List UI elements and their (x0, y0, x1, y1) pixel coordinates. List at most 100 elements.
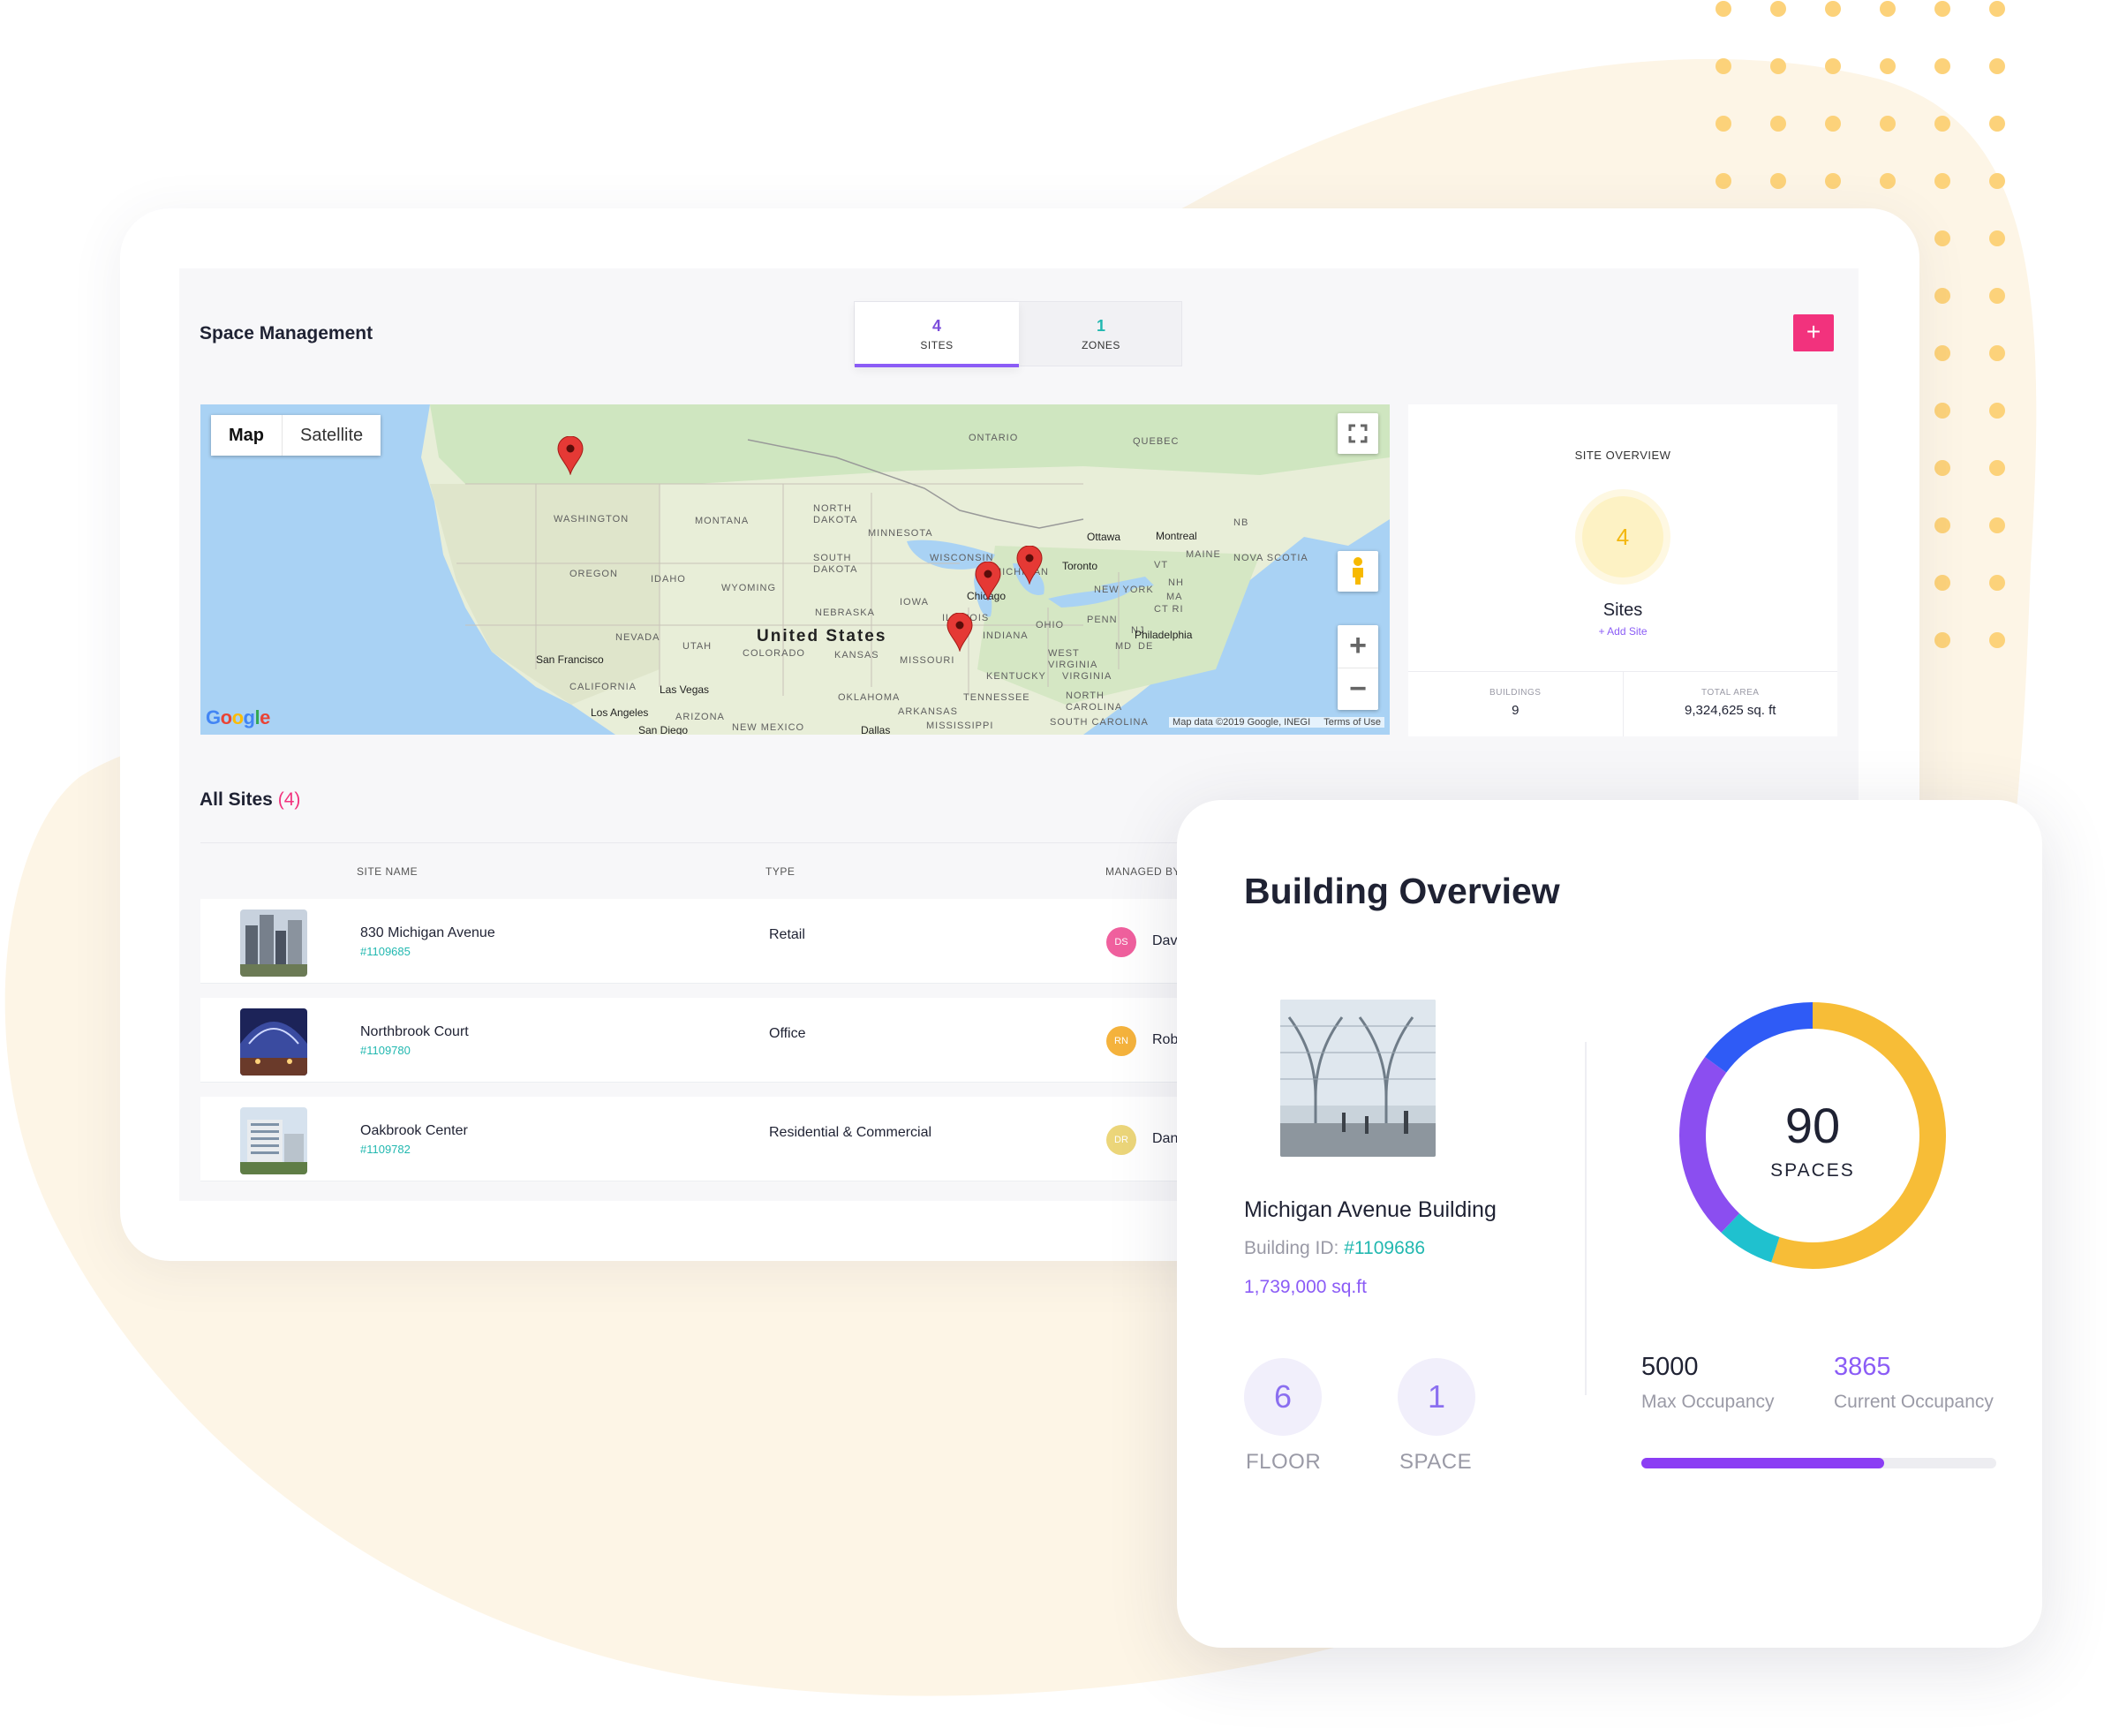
sites-map[interactable]: Map Satellite + − ONTARIO QUEBEC WASHING… (200, 404, 1390, 735)
city-label: Las Vegas (660, 683, 710, 696)
building-overview-title: Building Overview (1244, 871, 1560, 911)
map-marker-icon[interactable] (946, 613, 973, 652)
stat-label: BUILDINGS (1489, 688, 1542, 698)
table-row[interactable]: Northbrook Court #1109780 Office RN Rob (200, 998, 1348, 1083)
tab-sites-count: 4 (931, 317, 941, 335)
manager-name: Dav (1152, 933, 1178, 948)
site-id: #1109685 (360, 945, 411, 958)
site-id: #1109780 (360, 1044, 411, 1057)
map-label: COLORADO (743, 648, 805, 659)
satellite-view-button[interactable]: Satellite (283, 415, 381, 456)
max-occupancy-value: 5000 (1641, 1353, 1699, 1381)
site-id: #1109782 (360, 1143, 411, 1156)
map-marker-icon[interactable] (557, 436, 584, 475)
tab-sites[interactable]: 4 SITES (855, 302, 1019, 367)
occupancy-progress-fill (1641, 1458, 1884, 1468)
column-divider (1585, 1042, 1587, 1395)
pegman-icon (1353, 557, 1363, 585)
stat-value: 9,324,625 sq. ft (1685, 703, 1776, 718)
map-label: MD (1115, 641, 1133, 652)
map-data-text: Map data ©2019 Google, INEGI (1173, 717, 1311, 728)
column-header-type[interactable]: TYPE (765, 865, 795, 878)
space-label: SPACE (1399, 1450, 1473, 1474)
add-site-link[interactable]: + Add Site (1408, 625, 1837, 638)
city-label: Philadelphia (1135, 629, 1193, 641)
map-label: MONTANA (695, 516, 750, 526)
site-thumbnail (240, 1008, 307, 1076)
map-label: MA (1166, 592, 1183, 602)
fullscreen-button[interactable] (1338, 413, 1378, 454)
map-label: VT (1154, 560, 1169, 570)
map-label: PENN (1087, 615, 1118, 625)
map-marker-icon[interactable] (975, 562, 1001, 600)
site-name[interactable]: Oakbrook Center (360, 1123, 468, 1139)
map-view-button[interactable]: Map (211, 415, 283, 456)
avatar: RN (1106, 1026, 1136, 1056)
tab-zones[interactable]: 1 ZONES (1019, 302, 1183, 367)
map-label: TENNESSEE (963, 692, 1030, 703)
fullscreen-icon (1348, 424, 1368, 443)
plus-icon: + (1806, 318, 1821, 345)
max-occupancy-label: Max Occupancy (1641, 1392, 1775, 1412)
zoom-control: + − (1338, 625, 1378, 710)
map-label: NORTH DAKOTA (813, 503, 858, 525)
donut-label: SPACES (1770, 1160, 1855, 1181)
floor-label: FLOOR (1246, 1450, 1322, 1474)
map-label: CALIFORNIA (569, 682, 637, 692)
map-label: NEVADA (615, 632, 660, 643)
space-count: 1 (1398, 1358, 1475, 1436)
map-label: ONTARIO (969, 433, 1019, 443)
current-occupancy-value: 3865 (1834, 1353, 1891, 1381)
map-label: MINNESOTA (868, 528, 933, 539)
map-label: CT RI (1154, 604, 1184, 615)
all-sites-title: All Sites (200, 789, 273, 810)
column-header-site-name[interactable]: SITE NAME (357, 865, 418, 878)
stat-value: 9 (1512, 703, 1519, 718)
map-label: NB (1233, 517, 1249, 528)
city-label: Ottawa (1087, 531, 1121, 543)
site-name[interactable]: 830 Michigan Avenue (360, 925, 495, 941)
column-header-managed-by[interactable]: MANAGED BY (1105, 865, 1180, 878)
site-overview-panel: SITE OVERVIEW 4 Sites + Add Site BUILDIN… (1408, 404, 1837, 736)
avatar: DS (1106, 927, 1136, 957)
map-label: NOVA SCOTIA (1233, 553, 1308, 563)
map-label: IDAHO (651, 574, 686, 585)
zoom-out-button[interactable]: − (1338, 668, 1378, 710)
map-label: WASHINGTON (554, 514, 630, 525)
avatar: DR (1106, 1125, 1136, 1155)
map-label: WEST VIRGINIA (1048, 648, 1098, 670)
terms-link[interactable]: Terms of Use (1323, 717, 1381, 728)
floor-count: 6 (1244, 1358, 1322, 1436)
manager-name: Dan (1152, 1131, 1179, 1146)
map-label: KANSAS (834, 650, 879, 660)
site-name[interactable]: Northbrook Court (360, 1024, 469, 1040)
occupancy-progress-bar (1641, 1458, 1996, 1468)
donut-total: 90 (1784, 1098, 1841, 1153)
map-type-toggle: Map Satellite (211, 415, 381, 456)
map-label: DE (1138, 641, 1154, 652)
site-type: Retail (769, 927, 805, 942)
current-occupancy-label: Current Occupancy (1834, 1392, 1994, 1412)
table-row[interactable]: Oakbrook Center #1109782 Residential & C… (200, 1097, 1348, 1181)
street-view-button[interactable] (1338, 551, 1378, 592)
map-label: OHIO (1036, 620, 1065, 630)
all-sites-count: (4) (277, 789, 301, 810)
tab-zones-label: ZONES (1082, 339, 1120, 351)
map-label: SOUTH DAKOTA (813, 553, 858, 575)
all-sites-heading: All Sites (4) (200, 789, 300, 811)
building-id-value[interactable]: #1109686 (1344, 1238, 1425, 1258)
map-attribution: Map data ©2019 Google, INEGI Terms of Us… (1169, 717, 1384, 728)
building-id-label: Building ID: (1244, 1238, 1339, 1258)
map-label: NEW YORK (1094, 585, 1154, 595)
map-label: ARKANSAS (898, 706, 958, 717)
map-marker-icon[interactable] (1016, 546, 1043, 585)
map-label: QUEBEC (1133, 436, 1180, 447)
table-row[interactable]: 830 Michigan Avenue #1109685 Retail DS D… (200, 899, 1348, 984)
buildings-stat: BUILDINGS 9 (1408, 672, 1623, 736)
city-label: Montreal (1156, 530, 1197, 542)
google-logo: Google (206, 706, 270, 728)
add-button[interactable]: + (1793, 314, 1834, 351)
map-label: KENTUCKY (986, 671, 1046, 682)
zoom-in-button[interactable]: + (1338, 625, 1378, 668)
map-label: VIRGINIA (1062, 671, 1112, 682)
